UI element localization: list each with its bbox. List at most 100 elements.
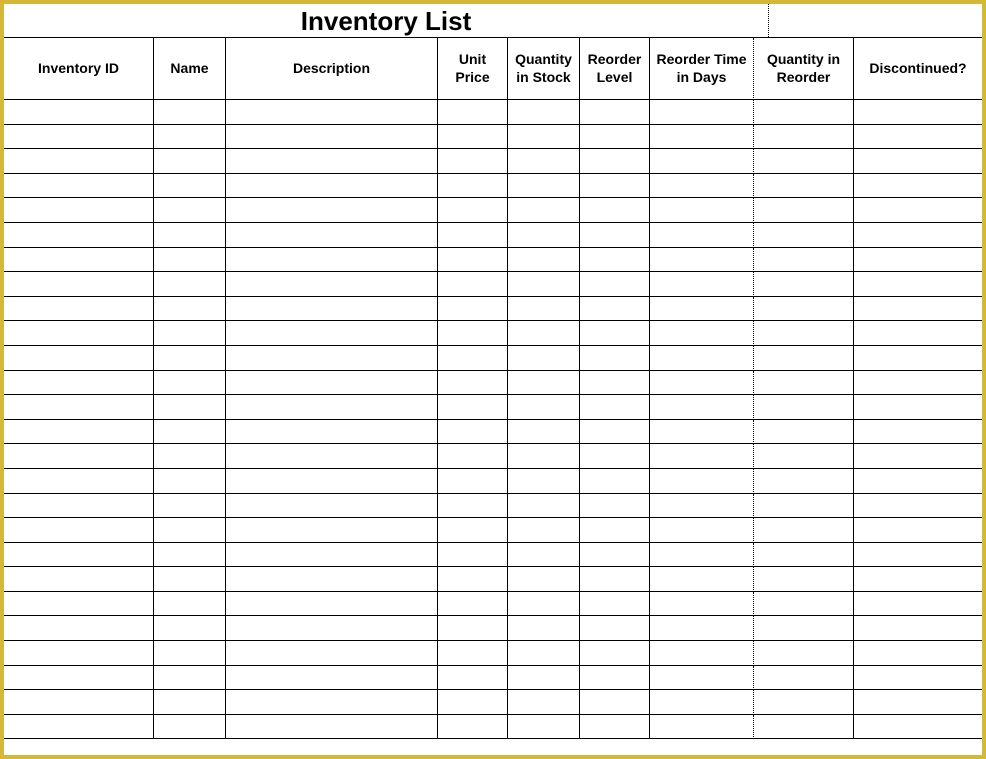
cell[interactable] [854,248,982,273]
table-row[interactable] [4,321,982,346]
cell[interactable] [854,272,982,297]
cell[interactable] [438,715,508,740]
cell[interactable] [854,149,982,174]
cell[interactable] [650,174,754,199]
cell[interactable] [854,346,982,371]
cell[interactable] [854,371,982,396]
cell[interactable] [650,198,754,223]
cell[interactable] [154,616,226,641]
cell[interactable] [508,666,580,691]
table-row[interactable] [4,420,982,445]
cell[interactable] [650,641,754,666]
cell[interactable] [854,715,982,740]
cell[interactable] [754,174,854,199]
cell[interactable] [508,690,580,715]
table-row[interactable] [4,543,982,568]
cell[interactable] [754,616,854,641]
cell[interactable] [580,223,650,248]
cell[interactable] [580,543,650,568]
cell[interactable] [754,494,854,519]
cell[interactable] [508,420,580,445]
cell[interactable] [226,469,438,494]
cell[interactable] [650,616,754,641]
cell[interactable] [4,469,154,494]
cell[interactable] [226,715,438,740]
cell[interactable] [580,321,650,346]
cell[interactable] [154,592,226,617]
cell[interactable] [754,543,854,568]
cell[interactable] [438,272,508,297]
cell[interactable] [754,444,854,469]
table-row[interactable] [4,395,982,420]
cell[interactable] [754,592,854,617]
cell[interactable] [154,125,226,150]
cell[interactable] [854,641,982,666]
cell[interactable] [4,641,154,666]
cell[interactable] [650,223,754,248]
cell[interactable] [508,371,580,396]
cell[interactable] [226,567,438,592]
cell[interactable] [508,616,580,641]
cell[interactable] [438,666,508,691]
cell[interactable] [438,223,508,248]
cell[interactable] [438,444,508,469]
table-row[interactable] [4,100,982,125]
table-row[interactable] [4,125,982,150]
cell[interactable] [154,149,226,174]
cell[interactable] [154,444,226,469]
cell[interactable] [438,125,508,150]
cell[interactable] [226,371,438,396]
cell[interactable] [4,223,154,248]
cell[interactable] [154,715,226,740]
cell[interactable] [438,641,508,666]
cell[interactable] [154,543,226,568]
cell[interactable] [754,321,854,346]
cell[interactable] [650,395,754,420]
cell[interactable] [580,100,650,125]
cell[interactable] [4,174,154,199]
cell[interactable] [226,592,438,617]
cell[interactable] [438,321,508,346]
cell[interactable] [438,174,508,199]
cell[interactable] [580,149,650,174]
cell[interactable] [854,321,982,346]
table-row[interactable] [4,690,982,715]
cell[interactable] [650,371,754,396]
cell[interactable] [854,174,982,199]
cell[interactable] [508,125,580,150]
table-row[interactable] [4,641,982,666]
cell[interactable] [854,567,982,592]
cell[interactable] [754,223,854,248]
cell[interactable] [4,420,154,445]
cell[interactable] [226,420,438,445]
cell[interactable] [226,125,438,150]
cell[interactable] [854,223,982,248]
cell[interactable] [854,125,982,150]
cell[interactable] [438,371,508,396]
cell[interactable] [754,666,854,691]
cell[interactable] [4,567,154,592]
cell[interactable] [650,518,754,543]
cell[interactable] [580,444,650,469]
cell[interactable] [438,297,508,322]
cell[interactable] [4,690,154,715]
cell[interactable] [754,346,854,371]
cell[interactable] [854,444,982,469]
cell[interactable] [226,174,438,199]
cell[interactable] [508,297,580,322]
cell[interactable] [754,149,854,174]
cell[interactable] [754,100,854,125]
cell[interactable] [154,248,226,273]
cell[interactable] [508,198,580,223]
cell[interactable] [580,248,650,273]
cell[interactable] [754,248,854,273]
cell[interactable] [4,494,154,519]
table-row[interactable] [4,518,982,543]
cell[interactable] [438,149,508,174]
cell[interactable] [580,567,650,592]
table-row[interactable] [4,567,982,592]
cell[interactable] [650,444,754,469]
cell[interactable] [154,469,226,494]
cell[interactable] [438,518,508,543]
table-row[interactable] [4,494,982,519]
